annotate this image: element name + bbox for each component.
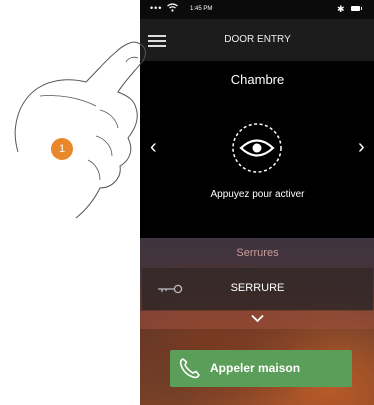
locks-section-title: Serrures (236, 247, 279, 259)
bluetooth-icon: ✱ (337, 4, 345, 14)
call-home-label: Appeler maison (210, 361, 301, 375)
lock-item-label: SERRURE (230, 282, 285, 294)
status-bar: ••• 1:45 PM ✱ (140, 0, 374, 19)
wifi-icon (167, 3, 178, 12)
next-camera-chevron-icon[interactable]: › (358, 137, 365, 157)
activate-hint: Appuyez pour activer (210, 189, 305, 200)
phone-handset-icon (179, 358, 200, 379)
activate-camera-eye-button[interactable] (231, 122, 283, 174)
battery-icon (351, 6, 362, 11)
app-header: DOOR ENTRY (140, 19, 374, 61)
camera-name: Chambre (230, 72, 285, 87)
chevron-down-icon (251, 314, 264, 323)
step-number-badge: 1 (51, 138, 73, 160)
call-home-button[interactable]: Appeler maison (170, 350, 352, 387)
expand-locks-button[interactable] (140, 311, 374, 329)
signal-dots: ••• (150, 3, 163, 13)
phone-screen: ••• 1:45 PM ✱ DOOR ENTRY Chambre ‹ › App… (140, 0, 374, 405)
page-title: DOOR ENTRY (224, 34, 291, 45)
clock-time: 1:45 PM (190, 6, 213, 12)
previous-camera-chevron-icon[interactable]: ‹ (150, 137, 157, 157)
